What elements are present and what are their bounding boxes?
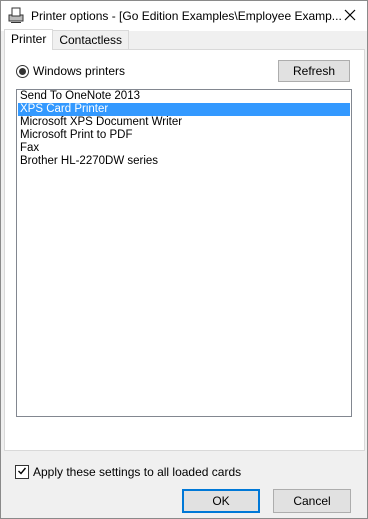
list-item-selected[interactable]: XPS Card Printer: [18, 103, 350, 116]
list-item[interactable]: Microsoft XPS Document Writer: [18, 116, 350, 129]
apply-all-checkbox-row[interactable]: Apply these settings to all loaded cards: [15, 465, 241, 479]
tab-contactless[interactable]: Contactless: [52, 30, 130, 49]
title-bar: Printer options - [Go Edition Examples\E…: [1, 1, 367, 31]
list-item[interactable]: Fax: [18, 142, 350, 155]
apply-all-label: Apply these settings to all loaded cards: [33, 465, 242, 479]
printer-icon: [1, 6, 31, 27]
apply-all-checkbox[interactable]: [15, 465, 29, 479]
tab-strip: Printer Contactless: [4, 29, 130, 50]
close-button[interactable]: [333, 1, 367, 31]
printer-list[interactable]: Send To OneNote 2013 XPS Card Printer Mi…: [16, 89, 352, 417]
radio-dot: [19, 67, 26, 75]
printer-options-dialog: Printer options - [Go Edition Examples\E…: [0, 0, 368, 519]
list-item[interactable]: Brother HL-2270DW series: [18, 155, 350, 168]
close-icon: [344, 9, 356, 24]
radio-label: Windows printers: [33, 64, 126, 78]
radio-button[interactable]: [16, 64, 29, 78]
cancel-button[interactable]: Cancel: [273, 489, 351, 513]
windows-printers-radio[interactable]: Windows printers: [16, 64, 125, 78]
checkmark-icon: [17, 465, 27, 479]
window-title: Printer options - [Go Edition Examples\E…: [31, 9, 341, 23]
ok-button[interactable]: OK: [182, 489, 260, 513]
list-item[interactable]: Microsoft Print to PDF: [18, 129, 350, 142]
list-item[interactable]: Send To OneNote 2013: [18, 90, 350, 103]
refresh-button[interactable]: Refresh: [278, 60, 350, 82]
printer-tab-panel: Windows printers Refresh Send To OneNote…: [4, 49, 365, 451]
tab-printer[interactable]: Printer: [4, 29, 54, 50]
